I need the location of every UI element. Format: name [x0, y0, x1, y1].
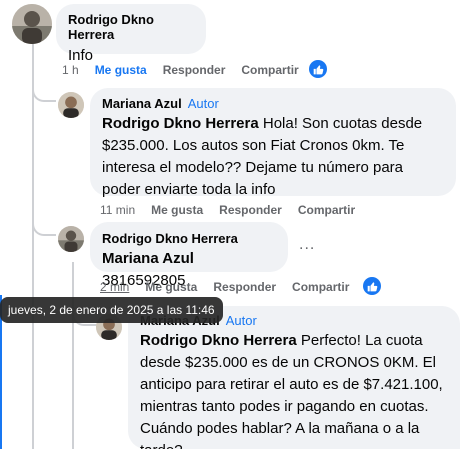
comment-bubble: Mariana Azul Autor Rodrigo Dkno Herrera H…: [90, 88, 456, 198]
like-thumb-icon[interactable]: [363, 277, 381, 295]
comment-actions: 11 min Me gusta Responder Compartir: [100, 203, 371, 217]
author-badge: Autor: [187, 96, 219, 111]
reply-button[interactable]: Responder: [213, 280, 276, 294]
comment-author[interactable]: Rodrigo Dkno Herrera: [68, 12, 194, 42]
reply-button[interactable]: Responder: [219, 203, 282, 217]
reply-button[interactable]: Responder: [163, 63, 226, 77]
share-button[interactable]: Compartir: [241, 63, 298, 77]
share-button[interactable]: Compartir: [298, 203, 355, 217]
comment-body: Perfecto! La cuota desde $235.000 es de …: [140, 332, 443, 449]
like-button[interactable]: Me gusta: [151, 203, 203, 217]
avatar[interactable]: [12, 4, 52, 44]
comment-author[interactable]: Mariana Azul: [102, 96, 182, 111]
comment-bubble: Mariana AzulAutor Rodrigo Dkno Herrera P…: [128, 306, 460, 449]
avatar-image: [58, 226, 84, 252]
comment-bubble: Rodrigo Dkno Herrera Info: [56, 4, 206, 64]
avatar[interactable]: [58, 92, 84, 118]
comment-bubble: Rodrigo Dkno Herrera Mariana Azul 381659…: [90, 222, 288, 289]
comment-text: Rodrigo Dkno Herrera Perfecto! La cuota …: [140, 330, 448, 449]
avatar-image: [12, 4, 52, 44]
like-button[interactable]: Me gusta: [145, 280, 197, 294]
timestamp-tooltip: jueves, 2 de enero de 2025 a las 11:46: [0, 297, 223, 323]
comment-author[interactable]: Rodrigo Dkno Herrera: [102, 231, 238, 246]
comment-actions: 1 h Me gusta Responder Compartir: [62, 63, 315, 77]
avatar[interactable]: [58, 226, 84, 252]
avatar-image: [58, 92, 84, 118]
thread-connector: [32, 84, 56, 102]
comment-timestamp[interactable]: 2 min: [100, 280, 129, 294]
mention-link[interactable]: Mariana Azul: [102, 250, 194, 267]
like-thumb-icon[interactable]: [309, 60, 327, 78]
author-badge: Autor: [225, 313, 257, 328]
like-button[interactable]: Me gusta: [95, 63, 147, 77]
thread-connector: [32, 214, 56, 236]
share-button[interactable]: Compartir: [292, 280, 349, 294]
more-dots-icon[interactable]: ...: [299, 236, 315, 254]
comment-header: Mariana Azul Autor: [102, 95, 444, 113]
comment-actions: 2 min Me gusta Responder Compartir: [100, 280, 365, 294]
comment-timestamp[interactable]: 1 h: [62, 63, 79, 77]
comment-text: Rodrigo Dkno Herrera Hola! Son cuotas de…: [102, 113, 444, 201]
thread-line-reply: [72, 262, 74, 449]
mention-link[interactable]: Rodrigo Dkno Herrera: [140, 332, 297, 349]
thread-line-main: [32, 44, 34, 449]
mention-link[interactable]: Rodrigo Dkno Herrera: [102, 115, 259, 132]
comment-timestamp[interactable]: 11 min: [100, 203, 135, 217]
